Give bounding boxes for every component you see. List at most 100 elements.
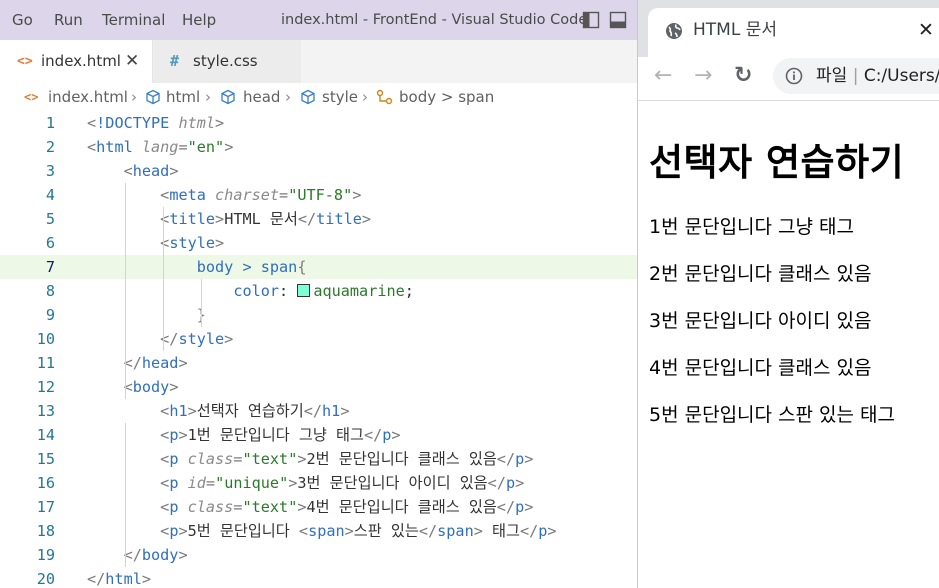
- code-token: style: [169, 234, 216, 252]
- code-token: </: [496, 450, 516, 468]
- code-token: <: [160, 402, 170, 420]
- code-token: ;: [404, 282, 414, 300]
- code-text: </style>: [87, 327, 233, 351]
- back-arrow-icon[interactable]: ←: [654, 57, 672, 95]
- close-icon[interactable]: ✕: [125, 40, 139, 83]
- code-token: >: [340, 402, 350, 420]
- code-token: html: [96, 138, 142, 156]
- code-token: p: [169, 474, 188, 492]
- cube-icon: [221, 89, 235, 105]
- indent-guide: [201, 279, 202, 327]
- code-line[interactable]: 1 <!DOCTYPE html>: [0, 111, 637, 135]
- code-line[interactable]: 16 <p id="unique">3번 문단입니다 아이디 있음</p>: [0, 471, 637, 495]
- address-separator: |: [852, 66, 859, 86]
- menu-run[interactable]: Run: [54, 0, 83, 40]
- code-token: span: [437, 522, 474, 540]
- browser-toolbar: ← → ↻ 파일 | C:/Users/: [638, 57, 939, 101]
- toggle-panel-icon[interactable]: [609, 11, 627, 29]
- code-token: body > span: [196, 258, 298, 276]
- menu-help[interactable]: Help: [182, 0, 216, 40]
- code-line[interactable]: 11 </head>: [0, 351, 637, 375]
- close-icon[interactable]: ✕: [918, 8, 934, 52]
- breadcrumb-index-html[interactable]: index.html: [48, 83, 128, 111]
- paragraph-1: 1번 문단입니다 그냥 태그: [649, 216, 855, 238]
- code-line[interactable]: 8 color: aquamarine;: [0, 279, 637, 303]
- code-line[interactable]: 14 <p>1번 문단입니다 그냥 태그</p>: [0, 423, 637, 447]
- code-text: }: [87, 303, 206, 327]
- code-token: <: [160, 522, 170, 540]
- code-token: head: [132, 162, 170, 180]
- code-token: =: [279, 186, 289, 204]
- code-token: >: [215, 210, 225, 228]
- code-line[interactable]: 12 <body>: [0, 375, 637, 399]
- code-text: <h1>선택자 연습하기</h1>: [87, 399, 349, 423]
- code-token: </: [297, 210, 317, 228]
- color-swatch-icon[interactable]: [297, 284, 311, 297]
- code-token: </: [123, 354, 142, 372]
- code-token: lang: [141, 138, 179, 156]
- breadcrumb-html[interactable]: html: [166, 83, 200, 111]
- address-bar[interactable]: 파일 | C:/Users/: [773, 58, 939, 94]
- line-number: 16: [36, 474, 55, 492]
- code-line[interactable]: 18 <p>5번 문단입니다 <span>스판 있는</span> 태그</p>: [0, 519, 637, 543]
- reload-icon[interactable]: ↻: [734, 57, 752, 95]
- menu-go[interactable]: Go: [12, 0, 33, 40]
- code-line[interactable]: 7 body > span{: [0, 255, 637, 279]
- code-line[interactable]: 10 </style>: [0, 327, 637, 351]
- code-line[interactable]: 19 </body>: [0, 543, 637, 567]
- code-token: >: [178, 354, 188, 372]
- code-text: </html>: [87, 567, 151, 588]
- code-line[interactable]: 6 <style>: [0, 231, 637, 255]
- code-line[interactable]: 3 <head>: [0, 159, 637, 183]
- tab-index-html[interactable]: <> index.html ✕: [0, 40, 152, 83]
- breadcrumb-head[interactable]: head: [243, 83, 280, 111]
- code-text: <p>1번 문단입니다 그냥 태그</p>: [87, 423, 400, 447]
- code-token: =: [205, 474, 216, 492]
- toggle-sidebar-icon[interactable]: [582, 11, 600, 29]
- breadcrumb-style[interactable]: style: [322, 83, 358, 111]
- code-line[interactable]: 20 </html>: [0, 567, 637, 588]
- code-line[interactable]: 15 <p class="text">2번 문단입니다 클래스 있음</p>: [0, 447, 637, 471]
- code-line[interactable]: 9 }: [0, 303, 637, 327]
- code-editor[interactable]: 1 <!DOCTYPE html> 2 <html lang="en"> 3 <head…: [0, 111, 637, 588]
- code-token: <: [160, 498, 170, 516]
- code-token: </: [303, 402, 323, 420]
- code-line[interactable]: 13 <h1>선택자 연습하기</h1>: [0, 399, 637, 423]
- code-token: charset: [215, 186, 280, 204]
- code-token: >: [361, 210, 372, 228]
- menu-terminal[interactable]: Terminal: [102, 0, 165, 40]
- code-token: >: [524, 450, 534, 468]
- tab-style-css[interactable]: # style.css: [152, 40, 301, 83]
- browser-tab[interactable]: [648, 8, 939, 57]
- code-token: <: [160, 474, 170, 492]
- paragraph-4: 4번 문단입니다 클래스 있음: [649, 357, 872, 379]
- info-icon[interactable]: [785, 67, 803, 85]
- code-token: "text": [242, 498, 298, 516]
- forward-arrow-icon[interactable]: →: [694, 57, 712, 95]
- cube-icon: [146, 89, 160, 105]
- code-line[interactable]: 17 <p class="text">4번 문단입니다 클래스 있음</p>: [0, 495, 637, 519]
- globe-icon: [666, 23, 682, 39]
- code-token: >: [297, 450, 307, 468]
- breadcrumb-selector[interactable]: body > span: [399, 83, 494, 111]
- browser-window: HTML 문서 ✕ ← → ↻ 파일 | C:/Users/ 선택자 연습하기 …: [637, 0, 939, 588]
- code-line[interactable]: 4 <meta charset="UTF-8">: [0, 183, 637, 207]
- code-token: >: [178, 522, 188, 540]
- code-text: <p>5번 문단입니다 <span>스판 있는</span> 태그</p>: [87, 519, 556, 543]
- code-token: </: [519, 522, 539, 540]
- code-token: >: [215, 234, 225, 252]
- line-number: 10: [36, 330, 55, 348]
- title-bar: Go Run Terminal Help index.html - FrontE…: [0, 0, 637, 40]
- code-line[interactable]: 2 <html lang="en">: [0, 135, 637, 159]
- code-token: id: [187, 474, 206, 492]
- indent-guide: [163, 207, 164, 351]
- code-line[interactable]: 5 <title>HTML 문서</title>: [0, 207, 637, 231]
- indent-guide: [125, 183, 126, 399]
- paragraph-3: 3번 문단입니다 아이디 있음: [649, 310, 872, 332]
- line-number: 18: [36, 522, 55, 540]
